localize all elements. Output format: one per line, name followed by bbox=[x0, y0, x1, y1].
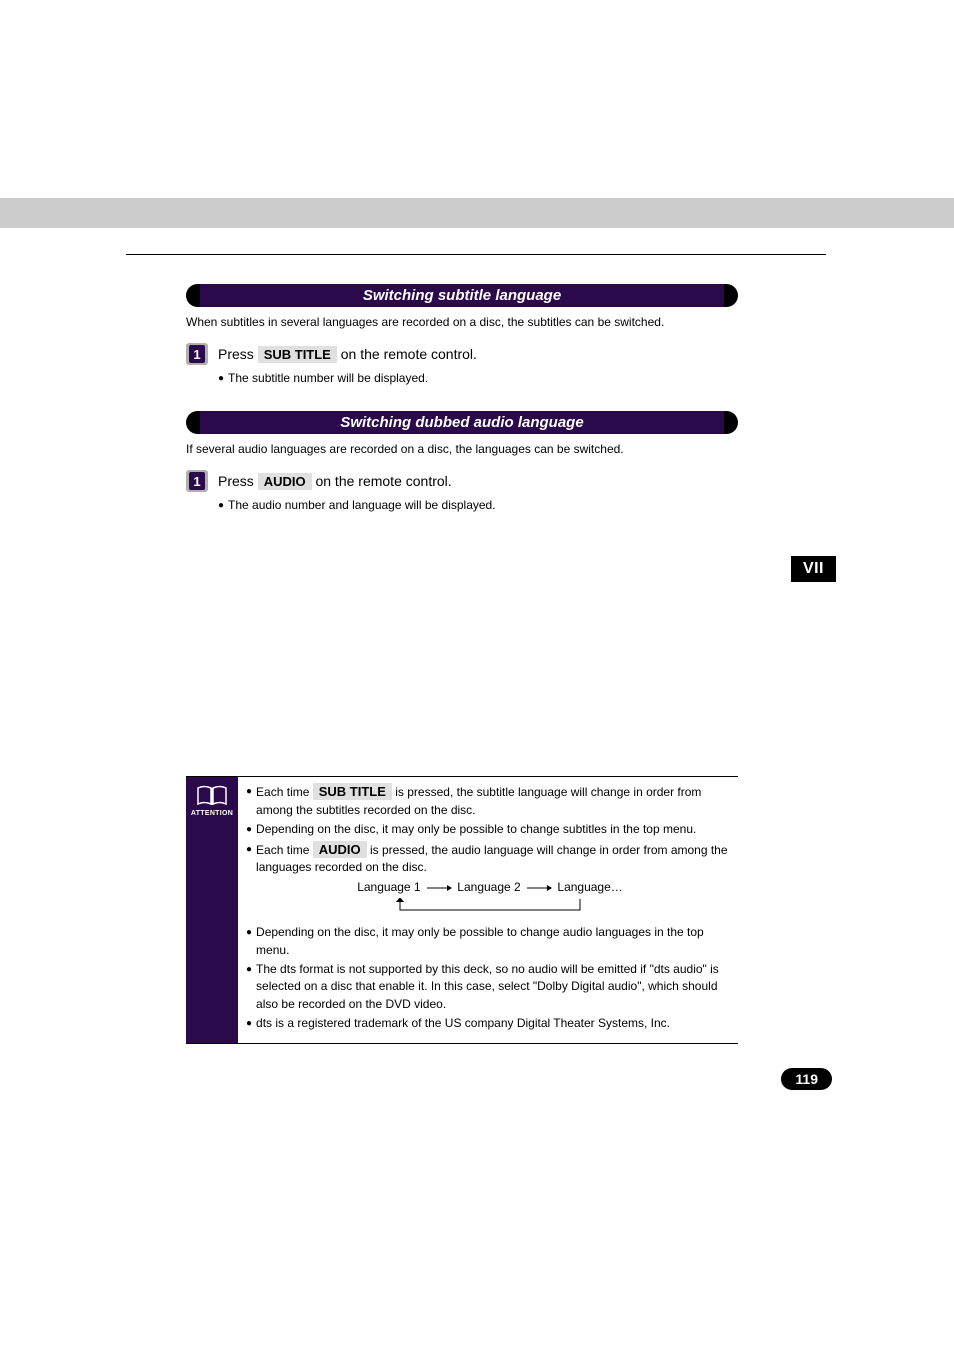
step-number-badge: 1 bbox=[186, 343, 208, 365]
main-content: Switching subtitle language When subtitl… bbox=[186, 284, 738, 534]
section2-sub-text: The audio number and language will be di… bbox=[228, 498, 496, 512]
section1-step-text: Press SUB TITLE on the remote control. bbox=[218, 346, 477, 362]
step-number-badge: 1 bbox=[186, 470, 208, 492]
step-number: 1 bbox=[189, 345, 205, 363]
section-header-subtitle: Switching subtitle language bbox=[186, 284, 738, 307]
section1-step-row: 1 Press SUB TITLE on the remote control. bbox=[186, 343, 738, 365]
section1-sub-bullet: ● The subtitle number will be displayed. bbox=[218, 371, 738, 387]
section2-step-row: 1 Press AUDIO on the remote control. bbox=[186, 470, 738, 492]
audio-button-label: AUDIO bbox=[258, 473, 312, 490]
header-cap-right bbox=[724, 284, 738, 307]
attention-text-f: dts is a registered trademark of the US … bbox=[256, 1015, 734, 1032]
page-number: 119 bbox=[781, 1068, 832, 1090]
arrow-right-icon bbox=[426, 884, 452, 892]
section-title-subtitle: Switching subtitle language bbox=[200, 284, 724, 307]
bullet-icon: ● bbox=[246, 1015, 252, 1032]
step-text-post: on the remote control. bbox=[312, 473, 452, 489]
header-cap-left bbox=[186, 411, 200, 434]
bullet-icon: ● bbox=[218, 371, 224, 387]
step-text-pre: Press bbox=[218, 346, 258, 362]
bullet-icon: ● bbox=[246, 783, 252, 819]
subtitle-button-label: SUB TITLE bbox=[258, 346, 337, 363]
attention-item: ● Each time AUDIO is pressed, the audio … bbox=[246, 841, 734, 877]
attention-item: ● dts is a registered trademark of the U… bbox=[246, 1015, 734, 1032]
attention-label: ATTENTION bbox=[191, 810, 233, 817]
header-cap-left bbox=[186, 284, 200, 307]
step-text-post: on the remote control. bbox=[337, 346, 477, 362]
subtitle-button-label: SUB TITLE bbox=[313, 783, 392, 800]
bullet-icon: ● bbox=[246, 821, 252, 838]
attention-text-c: Each time AUDIO is pressed, the audio la… bbox=[256, 841, 734, 877]
header-cap-right bbox=[724, 411, 738, 434]
arrow-right-icon bbox=[526, 884, 552, 892]
section-header-audio: Switching dubbed audio language bbox=[186, 411, 738, 434]
bullet-icon: ● bbox=[246, 961, 252, 1013]
att-c-pre: Each time bbox=[256, 843, 313, 857]
bullet-icon: ● bbox=[246, 841, 252, 877]
section2-step-text: Press AUDIO on the remote control. bbox=[218, 473, 452, 489]
header-grey-band bbox=[0, 198, 954, 228]
bullet-icon: ● bbox=[246, 924, 252, 959]
flow-lang-1: Language 1 bbox=[357, 880, 420, 894]
book-icon bbox=[196, 785, 228, 807]
divider-line bbox=[126, 254, 826, 255]
attention-text-e: The dts format is not supported by this … bbox=[256, 961, 734, 1013]
loop-arrow-icon bbox=[390, 898, 590, 918]
attention-box: ATTENTION ● Each time SUB TITLE is press… bbox=[186, 776, 738, 1044]
attention-text-d: Depending on the disc, it may only be po… bbox=[256, 924, 734, 959]
step-number: 1 bbox=[189, 472, 205, 490]
attention-text-b: Depending on the disc, it may only be po… bbox=[256, 821, 734, 838]
section2-intro: If several audio languages are recorded … bbox=[186, 442, 738, 456]
language-flow: Language 1 Language 2 Language… bbox=[246, 879, 734, 896]
att-a-pre: Each time bbox=[256, 785, 313, 799]
section1-sub-text: The subtitle number will be displayed. bbox=[228, 371, 428, 385]
step-text-pre: Press bbox=[218, 473, 258, 489]
attention-item: ● Depending on the disc, it may only be … bbox=[246, 821, 734, 838]
flow-lang-3: Language… bbox=[557, 880, 622, 894]
attention-sidebar: ATTENTION bbox=[186, 777, 238, 1043]
attention-text-a: Each time SUB TITLE is pressed, the subt… bbox=[256, 783, 734, 819]
flow-lang-2: Language 2 bbox=[457, 880, 520, 894]
audio-button-label: AUDIO bbox=[313, 841, 367, 858]
section-title-audio: Switching dubbed audio language bbox=[200, 411, 724, 434]
attention-content: ● Each time SUB TITLE is pressed, the su… bbox=[238, 777, 738, 1043]
attention-item: ● The dts format is not supported by thi… bbox=[246, 961, 734, 1013]
bullet-icon: ● bbox=[218, 498, 224, 514]
attention-item: ● Depending on the disc, it may only be … bbox=[246, 924, 734, 959]
section1-intro: When subtitles in several languages are … bbox=[186, 315, 738, 329]
chapter-tab: VII bbox=[791, 556, 836, 582]
attention-item: ● Each time SUB TITLE is pressed, the su… bbox=[246, 783, 734, 819]
section2-sub-bullet: ● The audio number and language will be … bbox=[218, 498, 738, 514]
